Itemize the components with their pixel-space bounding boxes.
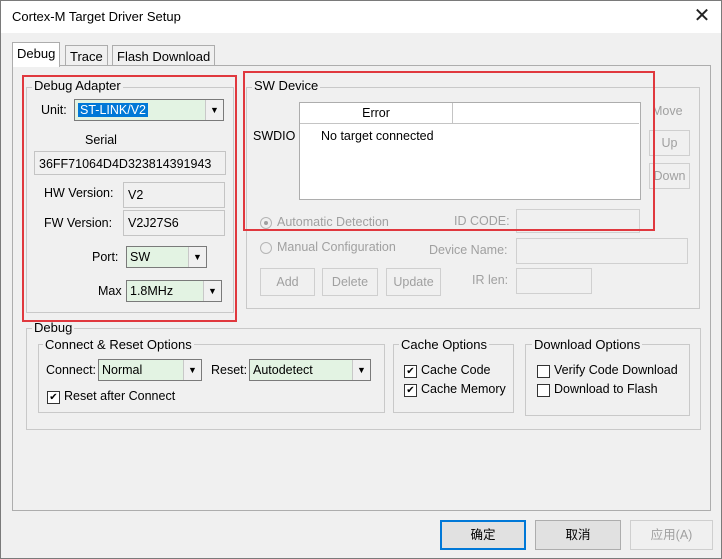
connect-label: Connect: [46, 363, 97, 377]
move-down-button[interactable]: Down [649, 163, 690, 189]
debug-group-label: Debug [32, 320, 75, 335]
connect-select[interactable]: Normal ▼ [98, 359, 202, 381]
cache-options-label: Cache Options [399, 337, 489, 352]
download-to-flash-checkbox[interactable] [537, 384, 550, 397]
cache-code-checkbox[interactable]: ✔ [404, 365, 417, 378]
reset-select[interactable]: Autodetect ▼ [249, 359, 371, 381]
device-name-label: Device Name: [429, 243, 508, 257]
manual-config-radio[interactable] [260, 242, 272, 254]
chevron-down-icon[interactable]: ▼ [352, 360, 370, 380]
move-label: Move [652, 104, 683, 118]
ok-button[interactable]: 确定 [440, 520, 526, 550]
highlight-box-debug-adapter [22, 75, 237, 322]
reset-after-connect-label: Reset after Connect [64, 389, 176, 403]
close-icon[interactable]: ✕ [691, 4, 713, 28]
verify-code-checkbox[interactable] [537, 365, 550, 378]
window-title: Cortex-M Target Driver Setup [12, 9, 181, 24]
chevron-down-icon[interactable]: ▼ [183, 360, 201, 380]
ir-len-label: IR len: [472, 273, 509, 287]
device-name-field[interactable] [516, 238, 688, 264]
add-button[interactable]: Add [260, 268, 315, 296]
download-options-label: Download Options [532, 337, 643, 352]
tab-debug[interactable]: Debug [12, 42, 61, 67]
update-button[interactable]: Update [386, 268, 441, 296]
apply-button[interactable]: 应用(A) [630, 520, 713, 550]
cache-options-group [393, 344, 514, 413]
highlight-box-sw-device [243, 71, 655, 231]
connect-reset-label: Connect & Reset Options [43, 337, 194, 352]
delete-button[interactable]: Delete [322, 268, 378, 296]
move-up-button[interactable]: Up [649, 130, 690, 156]
cache-memory-label: Cache Memory [421, 382, 506, 396]
verify-code-label: Verify Code Download [554, 363, 678, 377]
ir-len-field[interactable] [516, 268, 592, 294]
cache-code-label: Cache Code [421, 363, 491, 377]
reset-after-connect-checkbox[interactable]: ✔ [47, 391, 60, 404]
reset-label: Reset: [211, 363, 248, 377]
download-to-flash-label: Download to Flash [554, 382, 658, 396]
connect-value: Normal [102, 363, 143, 377]
dialog-window: Cortex-M Target Driver Setup ✕ Debug Tra… [0, 0, 722, 559]
cancel-button[interactable]: 取消 [535, 520, 621, 550]
cache-memory-checkbox[interactable]: ✔ [404, 384, 417, 397]
title-bar: Cortex-M Target Driver Setup ✕ [1, 1, 721, 33]
reset-value: Autodetect [253, 363, 313, 377]
download-options-group [525, 344, 690, 416]
manual-config-label: Manual Configuration [277, 240, 396, 254]
